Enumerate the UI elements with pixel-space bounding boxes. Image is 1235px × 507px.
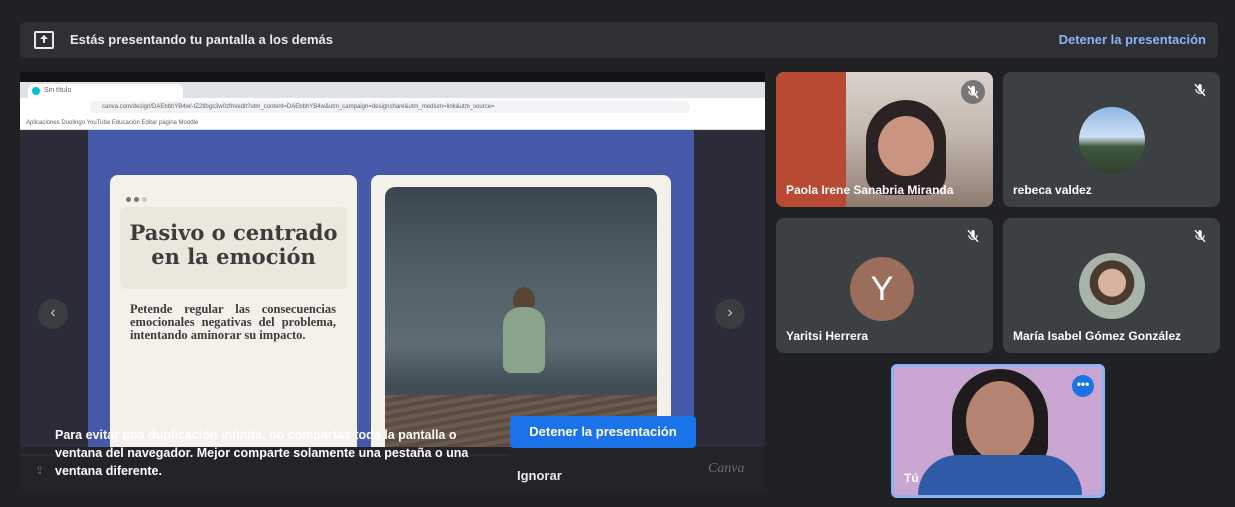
canva-favicon-icon bbox=[32, 87, 40, 95]
ignore-button[interactable]: Ignorar bbox=[517, 468, 562, 483]
self-shirt bbox=[918, 455, 1082, 495]
participant-tile[interactable]: Paola Irene Sanabria Miranda bbox=[776, 72, 993, 207]
participant-name: rebeca valdez bbox=[1013, 183, 1092, 197]
share-icon: ⇪ bbox=[35, 465, 45, 477]
meet-window: Estás presentando tu pantalla a los demá… bbox=[0, 0, 1235, 507]
browser-tab: Sin título bbox=[28, 84, 183, 98]
more-options-icon[interactable]: ••• bbox=[1072, 375, 1094, 397]
browser-bookmarks-bar: Aplicaciones Duolingo YouTube Educación … bbox=[20, 116, 765, 130]
participant-tile[interactable]: rebeca valdez bbox=[1003, 72, 1220, 207]
person-image bbox=[503, 307, 545, 373]
browser-address-bar: canva.com/design/DAEbbhYB4w/-tZ2tlbgs3w0… bbox=[90, 101, 690, 113]
browser-toolbar: canva.com/design/DAEbbhYB4w/-tZ2tlbgs3w0… bbox=[20, 98, 765, 116]
presenting-banner: Estás presentando tu pantalla a los demá… bbox=[20, 22, 1218, 58]
avatar bbox=[1079, 107, 1145, 173]
participant-tile[interactable]: María Isabel Gómez González bbox=[1003, 218, 1220, 353]
participant-tile[interactable]: Y Yaritsi Herrera bbox=[776, 218, 993, 353]
slide-title-box: Pasivo o centrado en la emoción bbox=[120, 207, 347, 289]
self-video-tile[interactable]: ••• Tú bbox=[891, 364, 1105, 498]
slide-title: Pasivo o centrado en la emoción bbox=[129, 220, 338, 269]
mic-off-icon bbox=[961, 80, 985, 104]
self-face bbox=[966, 381, 1034, 461]
avatar bbox=[1079, 253, 1145, 319]
card-dots bbox=[126, 189, 150, 207]
mic-off-icon bbox=[963, 226, 983, 246]
next-slide-button[interactable]: › bbox=[715, 299, 745, 329]
stop-presenting-link[interactable]: Detener la presentación bbox=[1059, 32, 1206, 47]
presenting-message: Estás presentando tu pantalla a los demá… bbox=[70, 32, 333, 47]
mic-off-icon bbox=[1190, 226, 1210, 246]
participant-name: Yaritsi Herrera bbox=[786, 329, 869, 343]
present-screen-icon bbox=[34, 31, 54, 49]
slide-body: Petende regular las consecuencias emocio… bbox=[130, 302, 336, 342]
shared-screen-stage: Sin título canva.com/design/DAEbbhYB4w/-… bbox=[20, 72, 765, 492]
infinite-mirror-warning: Para evitar una duplicación infinita, no… bbox=[55, 428, 469, 478]
participant-name: Paola Irene Sanabria Miranda bbox=[786, 183, 954, 197]
participant-name: María Isabel Gómez González bbox=[1013, 329, 1182, 343]
browser-tab-strip: Sin título bbox=[20, 82, 765, 98]
face-video bbox=[878, 116, 934, 176]
mic-off-icon bbox=[1190, 80, 1210, 100]
canva-watermark: Canva bbox=[708, 461, 745, 476]
prev-slide-button[interactable]: ‹ bbox=[38, 299, 68, 329]
avatar: Y bbox=[850, 257, 914, 321]
self-name: Tú bbox=[904, 471, 919, 485]
browser-tab-title: Sin título bbox=[44, 87, 72, 94]
stop-presenting-button[interactable]: Detener la presentación bbox=[510, 416, 696, 448]
